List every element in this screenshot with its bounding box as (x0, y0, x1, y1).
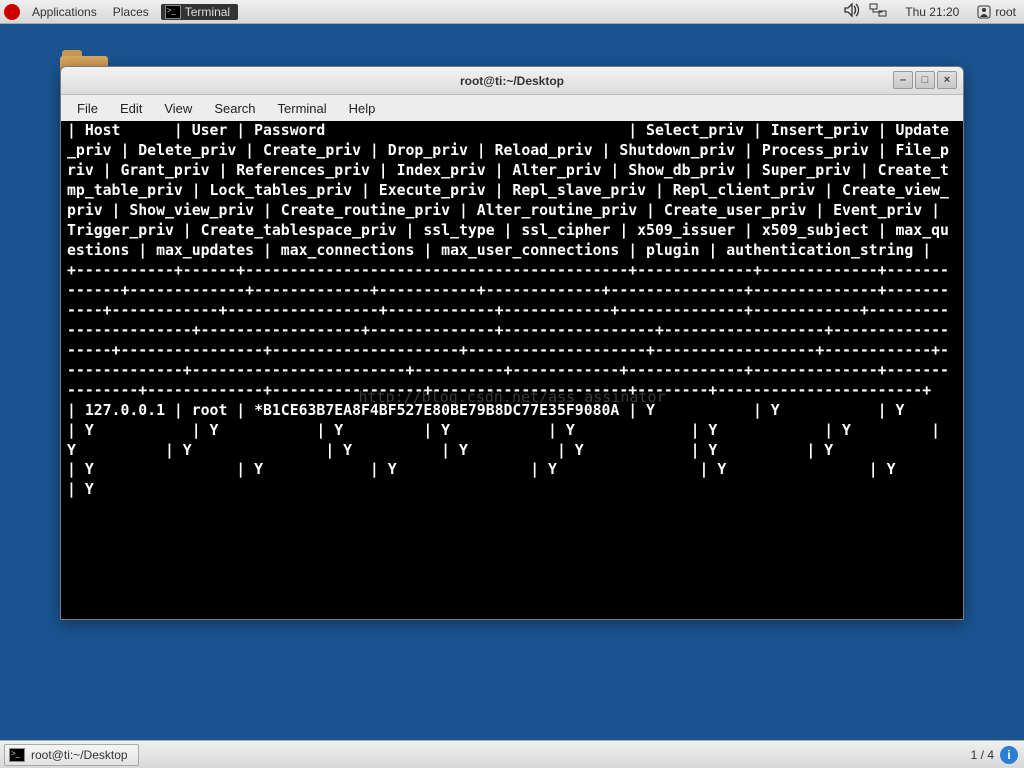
taskbar-label: root@ti:~/Desktop (31, 748, 128, 762)
menu-terminal[interactable]: Terminal (268, 99, 337, 118)
user-icon (977, 5, 991, 19)
terminal-output[interactable]: | Host | User | Password | Select_priv |… (61, 121, 963, 619)
workspace-indicator[interactable]: 1 / 4 (971, 748, 994, 762)
minimize-button[interactable]: – (893, 71, 913, 89)
menu-view[interactable]: View (154, 99, 202, 118)
network-icon[interactable] (869, 3, 887, 20)
top-panel: Applications Places Terminal Thu 21:20 r… (0, 0, 1024, 24)
terminal-icon (165, 5, 181, 19)
mysql-data-row: | 127.0.0.1 | root | *B1CE63B7EA8F4BF527… (67, 402, 963, 499)
terminal-icon (9, 748, 25, 762)
distro-icon (4, 4, 20, 20)
terminal-launcher[interactable]: Terminal (161, 4, 238, 20)
close-button[interactable]: × (937, 71, 957, 89)
terminal-launcher-label: Terminal (185, 5, 230, 19)
menubar: File Edit View Search Terminal Help (61, 95, 963, 121)
info-icon[interactable]: i (1000, 746, 1018, 764)
menu-file[interactable]: File (67, 99, 108, 118)
user-label: root (995, 5, 1016, 19)
menu-help[interactable]: Help (339, 99, 386, 118)
mysql-separator: +-----------+------+--------------------… (67, 262, 949, 399)
applications-menu[interactable]: Applications (24, 5, 105, 19)
terminal-window: root@ti:~/Desktop – □ × File Edit View S… (60, 66, 964, 620)
bottom-panel: root@ti:~/Desktop 1 / 4 i (0, 740, 1024, 768)
mysql-header-row: | Host | User | Password | Select_priv |… (67, 122, 949, 259)
clock[interactable]: Thu 21:20 (897, 5, 967, 19)
taskbar-terminal[interactable]: root@ti:~/Desktop (4, 744, 139, 766)
menu-search[interactable]: Search (204, 99, 265, 118)
maximize-button[interactable]: □ (915, 71, 935, 89)
user-menu[interactable]: root (977, 5, 1016, 19)
window-title: root@ti:~/Desktop (460, 74, 564, 88)
places-menu[interactable]: Places (105, 5, 157, 19)
volume-icon[interactable] (843, 2, 859, 21)
titlebar[interactable]: root@ti:~/Desktop – □ × (61, 67, 963, 95)
menu-edit[interactable]: Edit (110, 99, 152, 118)
